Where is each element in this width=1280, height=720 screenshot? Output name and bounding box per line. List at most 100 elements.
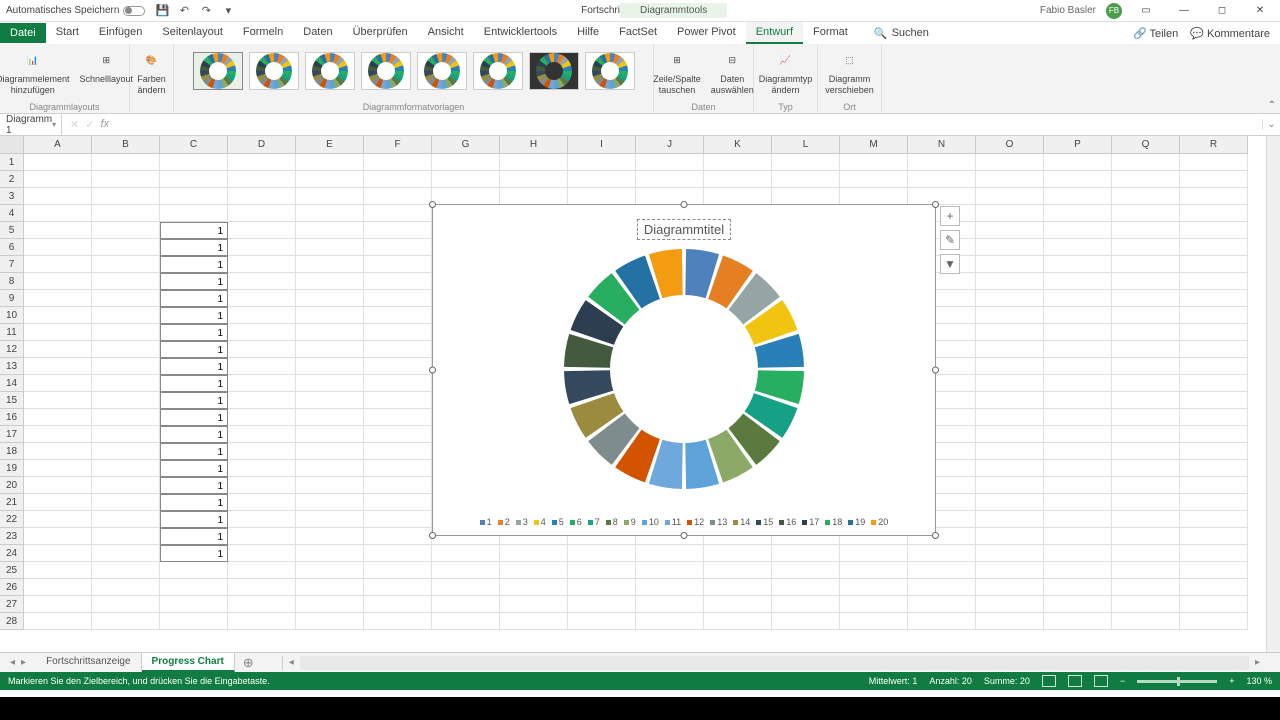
row-header[interactable]: 8 [0,273,24,290]
cell[interactable] [364,239,432,256]
share-button[interactable]: 🔗 Teilen [1133,27,1178,40]
cell[interactable] [1044,273,1112,290]
resize-handle[interactable] [429,367,436,374]
cell[interactable] [772,613,840,630]
col-header[interactable]: C [160,136,228,154]
legend-item[interactable]: 1 [480,517,492,527]
change-chart-type-button[interactable]: 📈Diagrammtyp ändern [755,46,817,98]
resize-handle[interactable] [932,367,939,374]
move-chart-button[interactable]: ⬚Diagramm verschieben [821,46,878,98]
row-header[interactable]: 21 [0,494,24,511]
chart-style-thumb[interactable] [473,52,523,90]
chart-style-thumb[interactable] [529,52,579,90]
cell[interactable] [364,511,432,528]
col-header[interactable]: H [500,136,568,154]
cell[interactable] [296,426,364,443]
chart-styles-gallery[interactable] [191,46,637,100]
resize-handle[interactable] [681,532,688,539]
view-break-icon[interactable] [1094,675,1108,687]
cell[interactable] [364,290,432,307]
vertical-scrollbar[interactable] [1266,136,1280,652]
view-layout-icon[interactable] [1068,675,1082,687]
cell[interactable] [1044,205,1112,222]
cell[interactable] [160,171,228,188]
cell[interactable] [364,545,432,562]
cell[interactable] [364,392,432,409]
cell[interactable] [432,613,500,630]
chart-style-thumb[interactable] [249,52,299,90]
cell[interactable] [24,188,92,205]
cell[interactable] [704,171,772,188]
cell[interactable] [1044,188,1112,205]
tab-daten[interactable]: Daten [293,22,342,44]
maximize-icon[interactable]: ◻ [1208,2,1236,20]
zoom-out-icon[interactable]: − [1120,676,1125,686]
fx-icon[interactable]: fx [100,118,109,131]
cell[interactable] [296,460,364,477]
cell[interactable] [1112,222,1180,239]
cell[interactable] [1180,290,1248,307]
cell[interactable] [228,460,296,477]
cell[interactable] [1044,392,1112,409]
row-header[interactable]: 13 [0,358,24,375]
cell[interactable] [24,341,92,358]
cell[interactable] [976,494,1044,511]
cell[interactable] [92,511,160,528]
cell[interactable] [160,188,228,205]
row-header[interactable]: 1 [0,154,24,171]
cell[interactable] [92,579,160,596]
cell[interactable] [296,579,364,596]
cell[interactable] [772,171,840,188]
chart-legend[interactable]: 1234567891011121314151617181920 [433,517,935,527]
cell[interactable] [92,358,160,375]
cell[interactable]: 1 [160,341,228,358]
cell[interactable] [976,579,1044,596]
cell[interactable] [1180,426,1248,443]
cell[interactable] [228,426,296,443]
cell[interactable] [500,596,568,613]
row-header[interactable]: 9 [0,290,24,307]
cell[interactable] [1112,579,1180,596]
tab-hilfe[interactable]: Hilfe [567,22,609,44]
cell[interactable] [228,579,296,596]
cell[interactable] [24,562,92,579]
cell[interactable] [1180,171,1248,188]
spreadsheet-grid[interactable]: ABCDEFGHIJKLMNOPQR 123456789101112131415… [0,136,1280,652]
cell[interactable] [840,562,908,579]
row-header[interactable]: 24 [0,545,24,562]
resize-handle[interactable] [429,532,436,539]
cell[interactable] [1180,358,1248,375]
collapse-ribbon-icon[interactable]: ⌃ [1268,100,1276,111]
cell[interactable] [92,562,160,579]
cell[interactable] [296,545,364,562]
cell[interactable] [296,222,364,239]
cell[interactable]: 1 [160,426,228,443]
cancel-fx-icon[interactable]: ✕ [70,118,79,131]
cell[interactable] [228,613,296,630]
cell[interactable] [364,443,432,460]
cell[interactable] [92,613,160,630]
cell[interactable] [1044,375,1112,392]
row-header[interactable]: 17 [0,426,24,443]
row-header[interactable]: 4 [0,205,24,222]
row-header[interactable]: 14 [0,375,24,392]
chart-elements-button[interactable]: + [940,206,960,226]
cell[interactable] [92,545,160,562]
cell[interactable] [296,562,364,579]
tab-seitenlayout[interactable]: Seitenlayout [152,22,233,44]
select-data-button[interactable]: ⊟Daten auswählen [707,46,758,98]
cell[interactable] [1180,239,1248,256]
cell[interactable] [24,324,92,341]
cell[interactable] [976,528,1044,545]
cell[interactable] [1044,324,1112,341]
cell[interactable] [92,477,160,494]
cell[interactable] [976,375,1044,392]
name-box[interactable]: Diagramm 1▾ [0,112,62,138]
cell[interactable] [636,613,704,630]
cell[interactable] [1112,324,1180,341]
tab-überprüfen[interactable]: Überprüfen [343,22,418,44]
cell[interactable]: 1 [160,460,228,477]
cell[interactable] [1112,426,1180,443]
cell[interactable] [1044,477,1112,494]
cell[interactable] [92,460,160,477]
